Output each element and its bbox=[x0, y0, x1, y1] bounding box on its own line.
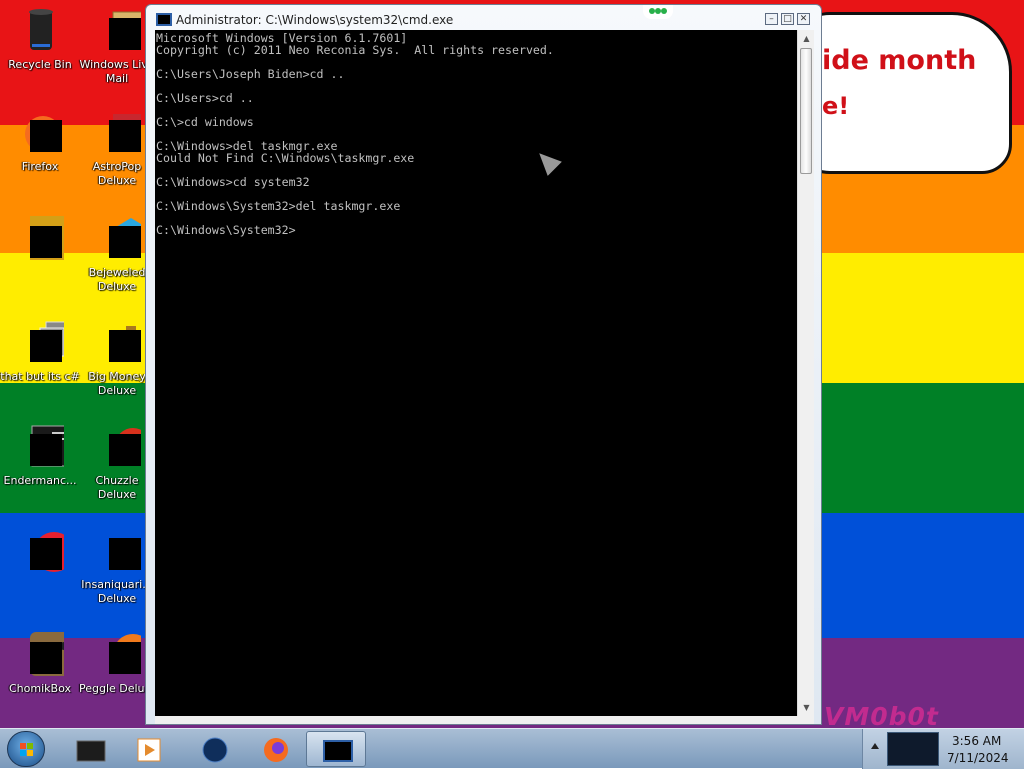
vertical-scrollbar[interactable]: ▲ ▼ bbox=[797, 30, 814, 716]
tray-expand-icon[interactable] bbox=[871, 743, 879, 749]
recycle-bin-icon bbox=[16, 6, 64, 54]
console-line: C:\Users\Joseph Biden>cd .. bbox=[156, 67, 345, 81]
desktop-icon-recycle-bin[interactable]: Recycle Bin bbox=[0, 6, 80, 72]
close-button[interactable]: ✕ bbox=[797, 13, 810, 25]
redacted-box bbox=[30, 538, 62, 570]
redacted-box bbox=[30, 120, 62, 152]
taskbar-item-firefox[interactable] bbox=[246, 731, 302, 767]
taskbar-item-console-window[interactable] bbox=[60, 731, 116, 767]
gem-icon bbox=[93, 214, 151, 262]
window-title: Administrator: C:\Windows\system32\cmd.e… bbox=[176, 13, 454, 27]
redacted-box bbox=[109, 642, 141, 674]
taskbar-item-media-player[interactable] bbox=[120, 731, 176, 767]
opera-icon bbox=[16, 526, 74, 574]
icon-label: Recycle Bin bbox=[8, 58, 72, 71]
console-line: Could Not Find C:\Windows\taskmgr.exe bbox=[156, 151, 415, 165]
media-player-icon bbox=[136, 737, 162, 762]
scroll-up-icon[interactable]: ▲ bbox=[798, 30, 815, 47]
minimize-button[interactable]: – bbox=[765, 13, 778, 25]
console-line: C:\>cd windows bbox=[156, 115, 254, 129]
peggle-icon bbox=[93, 630, 153, 678]
redacted-box bbox=[109, 226, 141, 258]
taskbar: 3:56 AM 7/11/2024 bbox=[0, 728, 1024, 769]
icon-label: ChomikBox bbox=[9, 682, 71, 695]
taskbar-item-network[interactable] bbox=[185, 731, 241, 767]
desktop-icon-unlabeled-rat[interactable]: e bbox=[0, 214, 80, 262]
desktop: ide month e! VM0b0t Recycle Bin Firefox … bbox=[0, 0, 1024, 728]
console-line: C:\Windows>cd system32 bbox=[156, 175, 310, 189]
redacted-box bbox=[30, 226, 62, 258]
astropop-icon: a bbox=[93, 108, 149, 156]
console-prompt: C:\Windows\System32> bbox=[156, 223, 296, 237]
hover-notch bbox=[643, 5, 673, 19]
cmd-icon bbox=[323, 738, 353, 762]
maximize-button[interactable]: □ bbox=[781, 13, 794, 25]
system-tray: 3:56 AM 7/11/2024 bbox=[862, 729, 1024, 769]
console-output[interactable]: Microsoft Windows [Version 6.1.7601] Cop… bbox=[155, 30, 797, 716]
start-button[interactable] bbox=[7, 731, 45, 767]
redacted-box bbox=[30, 642, 62, 674]
bubble-text-line2: e! bbox=[822, 92, 850, 120]
window-bottom-border bbox=[155, 716, 814, 724]
desktop-icon-that-but-its-c[interactable]: that but its c# bbox=[0, 318, 80, 384]
scroll-down-icon[interactable]: ▼ bbox=[798, 699, 815, 716]
watermark: VM0b0t bbox=[824, 702, 939, 728]
desktop-icon-firefox[interactable]: Firefox bbox=[0, 108, 80, 174]
taskbar-item-cmd[interactable] bbox=[306, 731, 366, 767]
console-line: Copyright (c) 2011 Neo Reconia Sys. All … bbox=[156, 43, 554, 57]
windows-logo-icon bbox=[20, 743, 34, 757]
icon-label: that but its c# bbox=[0, 370, 80, 383]
redacted-box bbox=[30, 330, 62, 362]
redacted-box bbox=[30, 434, 62, 466]
cmd-icon bbox=[156, 13, 172, 26]
desktop-icon-unlabeled-insult[interactable] bbox=[0, 526, 80, 574]
mail-icon bbox=[93, 6, 150, 54]
scroll-thumb[interactable] bbox=[800, 48, 812, 174]
clock-time[interactable]: 3:56 AM bbox=[952, 734, 1001, 748]
app-icon: e bbox=[16, 214, 74, 262]
redacted-box bbox=[109, 330, 141, 362]
bubble-text-line1: ide month bbox=[822, 45, 977, 76]
stack-icon bbox=[16, 318, 71, 366]
icon-label: Endermanc... bbox=[3, 474, 77, 487]
globe-icon bbox=[201, 737, 228, 763]
fish-icon bbox=[93, 526, 151, 574]
hamster-icon bbox=[16, 630, 76, 678]
money-bag-icon bbox=[93, 318, 147, 366]
console-line: C:\Users>cd .. bbox=[156, 91, 254, 105]
chuzzle-icon bbox=[93, 422, 151, 470]
firefox-icon bbox=[262, 737, 288, 762]
tray-app-icon[interactable] bbox=[887, 732, 939, 766]
redacted-box bbox=[109, 18, 141, 50]
window-icon bbox=[16, 422, 79, 470]
desktop-icon-chomikbox[interactable]: ChomikBox bbox=[0, 630, 80, 696]
redacted-box bbox=[109, 538, 141, 570]
redacted-box bbox=[109, 434, 141, 466]
window-titlebar[interactable]: Administrator: C:\Windows\system32\cmd.e… bbox=[146, 5, 821, 31]
firefox-icon bbox=[16, 108, 64, 156]
dark-window-icon bbox=[76, 737, 106, 762]
cmd-window[interactable]: Administrator: C:\Windows\system32\cmd.e… bbox=[145, 4, 822, 725]
desktop-icon-endermanc[interactable]: Endermanc... bbox=[0, 422, 80, 488]
clock-date[interactable]: 7/11/2024 bbox=[947, 751, 1009, 765]
redacted-box bbox=[109, 120, 141, 152]
icon-label: Firefox bbox=[21, 160, 59, 173]
console-line: C:\Windows\System32>del taskmgr.exe bbox=[156, 199, 401, 213]
